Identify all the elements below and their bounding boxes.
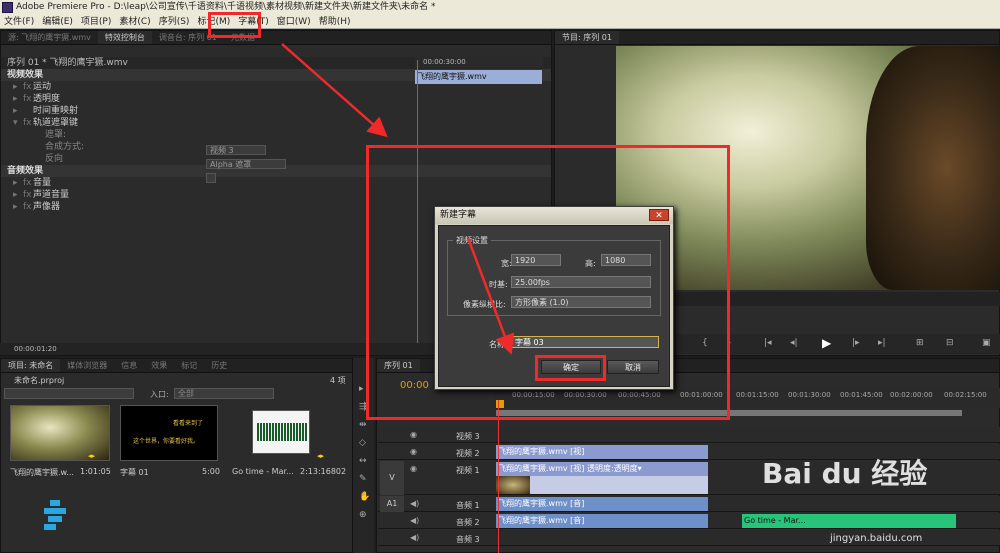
arrow-to-ok — [466, 237, 515, 355]
arrow-menu-to-dialog — [281, 43, 388, 138]
menu-title[interactable]: 字幕(T) — [234, 15, 273, 29]
baidu-watermark-logo: Bai du 经验 — [762, 457, 928, 490]
baidu-watermark-url: jingyan.baidu.com — [830, 533, 923, 544]
